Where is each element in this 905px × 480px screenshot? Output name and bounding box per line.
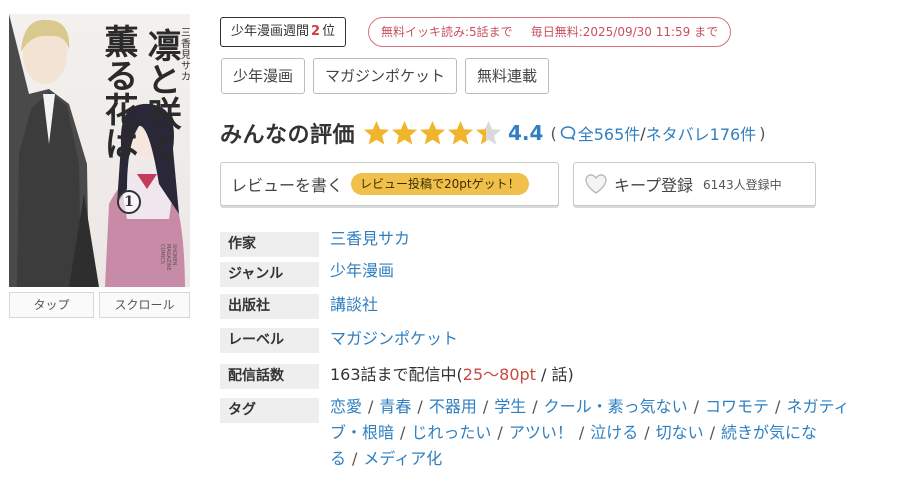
genre-link[interactable]: 少年漫画 <box>330 260 394 282</box>
rating-links: ( 全565件 / ネタバレ176件 ) <box>547 121 768 145</box>
tag-link[interactable]: アツい！ <box>509 423 573 442</box>
heart-icon <box>585 174 607 194</box>
free-daily-text: 毎日無料:2025/09/30 11:59 まで <box>530 25 719 39</box>
tag-link[interactable]: じれったい <box>411 423 491 442</box>
tag-separator: / <box>578 423 585 442</box>
review-reward-badge: レビュー投稿で20ptゲット！ <box>351 173 529 195</box>
star-icon <box>448 121 474 145</box>
episodes-suffix: / 話) <box>535 365 574 384</box>
author-link[interactable]: 三香見サカ <box>330 228 410 250</box>
tag-separator: / <box>368 397 374 416</box>
cover-title-line1: 薫る花は <box>98 24 138 160</box>
cover-publisher-text: SHONEN MAGAZINE COMICS <box>159 244 177 271</box>
tag-separator: / <box>775 397 781 416</box>
star-icon <box>392 121 418 145</box>
spoiler-reviews-link[interactable]: ネタバレ176件 <box>646 121 757 145</box>
episodes-count: 163話まで配信中( <box>330 365 463 384</box>
keep-register-button[interactable]: キープ登録 6143人登録中 <box>573 162 816 206</box>
write-review-button[interactable]: レビューを書く レビュー投稿で20ptゲット！ <box>220 162 559 206</box>
ranking-prefix: 少年漫画週間 <box>231 24 310 39</box>
tap-mode-button[interactable]: タップ <box>9 292 94 318</box>
category-tag-free-serial[interactable]: 無料連載 <box>465 58 550 94</box>
tag-separator: / <box>532 397 538 416</box>
cover-volume-number: 1 <box>117 190 141 214</box>
rating-heading: みんなの評価 <box>220 123 356 148</box>
star-icon <box>420 121 446 145</box>
tag-list: 恋愛 / 青春 / 不器用 / 学生 / クール・素っ気ない / コワモテ / ネガティブ・根暗 / じれっ… <box>330 394 850 472</box>
all-reviews-link[interactable]: 全565件 <box>578 121 641 145</box>
write-review-label: レビューを書く <box>231 176 344 195</box>
star-icon <box>476 121 502 145</box>
ranking-suffix: 位 <box>322 24 336 39</box>
info-label-genre: ジャンル <box>220 262 319 287</box>
tag-link[interactable]: メディア化 <box>363 449 442 468</box>
rating-stars <box>363 120 502 146</box>
star-icon <box>364 121 390 145</box>
tag-separator: / <box>709 423 716 442</box>
tag-separator: / <box>400 423 406 442</box>
info-label-label: レーベル <box>220 328 319 353</box>
tag-link[interactable]: 泣ける <box>590 423 638 442</box>
episodes-value: 163話まで配信中(25〜80pt / 話) <box>330 364 574 386</box>
cover-author: 三香見サカ <box>181 28 190 83</box>
category-tag-magazine-pocket[interactable]: マガジンポケット <box>313 58 458 94</box>
info-label-episodes: 配信話数 <box>220 364 319 389</box>
tag-link[interactable]: 恋愛 <box>330 397 362 416</box>
label-link[interactable]: マガジンポケット <box>330 328 458 350</box>
category-tag-shonen[interactable]: 少年漫画 <box>221 58 306 94</box>
tag-link[interactable]: コワモテ <box>705 397 769 416</box>
publisher-link[interactable]: 講談社 <box>330 294 378 316</box>
rating-value: 4.4 <box>508 121 544 145</box>
info-label-publisher: 出版社 <box>220 294 319 319</box>
tag-link[interactable]: クール・素っ気ない <box>544 397 688 416</box>
keep-register-count: 6143人登録中 <box>703 177 782 192</box>
tag-separator: / <box>693 397 700 416</box>
tag-link[interactable]: 学生 <box>494 397 526 416</box>
ranking-number: 2 <box>311 24 321 39</box>
episodes-price: 25〜80pt <box>462 365 536 384</box>
free-binge-text: 無料イッキ読み:5話まで <box>381 25 513 39</box>
scroll-mode-button[interactable]: スクロール <box>99 292 190 318</box>
cover-title-line2: 凛と咲く <box>141 28 181 164</box>
tag-separator: / <box>482 397 489 416</box>
category-tags: 少年漫画 マガジンポケット 無料連載 <box>221 58 550 94</box>
book-cover[interactable]: 薫る花は 凛と咲く 三香見サカ 1 SHONEN MAGAZINE COMICS <box>9 14 190 287</box>
speech-bubble-icon <box>560 126 575 141</box>
tag-link[interactable]: 切ない <box>656 423 704 442</box>
tag-link[interactable]: 青春 <box>379 397 411 416</box>
info-label-tags: タグ <box>220 398 319 423</box>
tag-separator: / <box>417 397 423 416</box>
tag-separator: / <box>497 423 503 442</box>
tag-separator: / <box>644 423 650 442</box>
info-label-author: 作家 <box>220 232 319 257</box>
rating-row: みんなの評価 4.4 ( 全565件 / ネタバレ176件 ) <box>220 117 768 149</box>
free-reading-badge: 無料イッキ読み:5話まで 毎日無料:2025/09/30 11:59 まで <box>368 17 732 47</box>
keep-register-label: キープ登録 <box>614 176 694 195</box>
tag-link[interactable]: 不器用 <box>429 397 477 416</box>
tag-separator: / <box>352 449 358 468</box>
ranking-badge[interactable]: 少年漫画週間 2 位 <box>220 17 347 47</box>
